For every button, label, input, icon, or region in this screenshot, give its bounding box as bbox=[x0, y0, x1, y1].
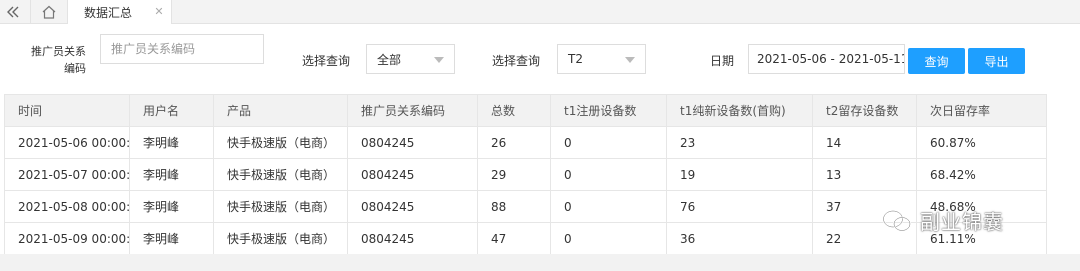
watermark: 副业锦囊 bbox=[882, 206, 1004, 235]
table-cell: 14 bbox=[812, 126, 917, 159]
watermark-text: 副业锦囊 bbox=[920, 210, 1004, 234]
column-header[interactable]: 推广员关系编码 bbox=[347, 94, 478, 127]
table-cell: 快手极速版（电商） bbox=[213, 158, 348, 191]
table-footer-strip bbox=[0, 254, 1080, 271]
table-cell: 2021-05-09 00:00:00 bbox=[4, 222, 130, 255]
table-cell: 0804245 bbox=[347, 158, 478, 191]
query2-value: T2 bbox=[568, 52, 583, 66]
table-cell: 60.87% bbox=[916, 126, 1047, 159]
chevron-down-icon bbox=[434, 57, 444, 63]
table-cell: 88 bbox=[477, 190, 551, 223]
table-cell: 2021-05-06 00:00:00 bbox=[4, 126, 130, 159]
table-cell: 0804245 bbox=[347, 126, 478, 159]
date-range-input[interactable]: 2021-05-06 - 2021-05-11 bbox=[748, 44, 905, 74]
export-button[interactable]: 导出 bbox=[968, 48, 1025, 74]
promoter-code-input[interactable] bbox=[100, 34, 264, 64]
table-cell: 0804245 bbox=[347, 190, 478, 223]
chevron-down-icon bbox=[625, 57, 635, 63]
tab-bar: 数据汇总 ✕ bbox=[0, 0, 1080, 24]
query2-label: 选择查询 bbox=[492, 54, 541, 68]
table-cell: 李明峰 bbox=[129, 190, 214, 223]
home-icon[interactable] bbox=[30, 0, 68, 24]
date-range-value: 2021-05-06 - 2021-05-11 bbox=[757, 52, 905, 66]
column-header[interactable]: t1纯新设备数(首购) bbox=[666, 94, 813, 127]
table-cell: 36 bbox=[666, 222, 813, 255]
table-cell: 快手极速版（电商） bbox=[213, 126, 348, 159]
table-row[interactable]: 2021-05-07 00:00:00 李明峰 快手极速版（电商） 080424… bbox=[4, 158, 1047, 191]
table-cell: 13 bbox=[812, 158, 917, 191]
table-cell: 0 bbox=[550, 158, 667, 191]
table-cell: 快手极速版（电商） bbox=[213, 190, 348, 223]
column-header[interactable]: t2留存设备数 bbox=[812, 94, 917, 127]
table-cell: 19 bbox=[666, 158, 813, 191]
table-cell: 47 bbox=[477, 222, 551, 255]
query1-select[interactable]: 全部 bbox=[366, 44, 455, 74]
table-cell: 2021-05-07 00:00:00 bbox=[4, 158, 130, 191]
wechat-icon bbox=[882, 209, 911, 231]
table-cell: 29 bbox=[477, 158, 551, 191]
search-button[interactable]: 查询 bbox=[908, 48, 965, 74]
column-header[interactable]: 次日留存率 bbox=[916, 94, 1047, 127]
query1-label: 选择查询 bbox=[302, 54, 351, 68]
table-cell: 23 bbox=[666, 126, 813, 159]
tab-label: 数据汇总 bbox=[84, 5, 133, 20]
table-header-row: 时间 用户名 产品 推广员关系编码 总数 t1注册设备数 t1纯新设备数(首购)… bbox=[4, 94, 1047, 127]
table-cell: 0804245 bbox=[347, 222, 478, 255]
column-header[interactable]: 用户名 bbox=[129, 94, 214, 127]
table-cell: 0 bbox=[550, 190, 667, 223]
column-header[interactable]: 总数 bbox=[477, 94, 551, 127]
table-cell: 0 bbox=[550, 126, 667, 159]
close-icon[interactable]: ✕ bbox=[152, 4, 166, 18]
table-cell: 李明峰 bbox=[129, 158, 214, 191]
query2-select[interactable]: T2 bbox=[557, 44, 646, 74]
table-cell: 68.42% bbox=[916, 158, 1047, 191]
table-cell: 2021-05-08 00:00:00 bbox=[4, 190, 130, 223]
table-cell: 快手极速版（电商） bbox=[213, 222, 348, 255]
table-cell: 0 bbox=[550, 222, 667, 255]
table-cell: 李明峰 bbox=[129, 126, 214, 159]
column-header[interactable]: t1注册设备数 bbox=[550, 94, 667, 127]
promoter-code-label: 推广员关系编码 bbox=[31, 45, 86, 75]
date-label: 日期 bbox=[710, 54, 735, 68]
table-row[interactable]: 2021-05-06 00:00:00 李明峰 快手极速版（电商） 080424… bbox=[4, 126, 1047, 159]
query1-value: 全部 bbox=[377, 52, 402, 67]
column-header[interactable]: 时间 bbox=[4, 94, 130, 127]
double-chevron-left-icon[interactable] bbox=[0, 0, 26, 24]
table-cell: 76 bbox=[666, 190, 813, 223]
table-cell: 26 bbox=[477, 126, 551, 159]
column-header[interactable]: 产品 bbox=[213, 94, 348, 127]
table-cell: 李明峰 bbox=[129, 222, 214, 255]
